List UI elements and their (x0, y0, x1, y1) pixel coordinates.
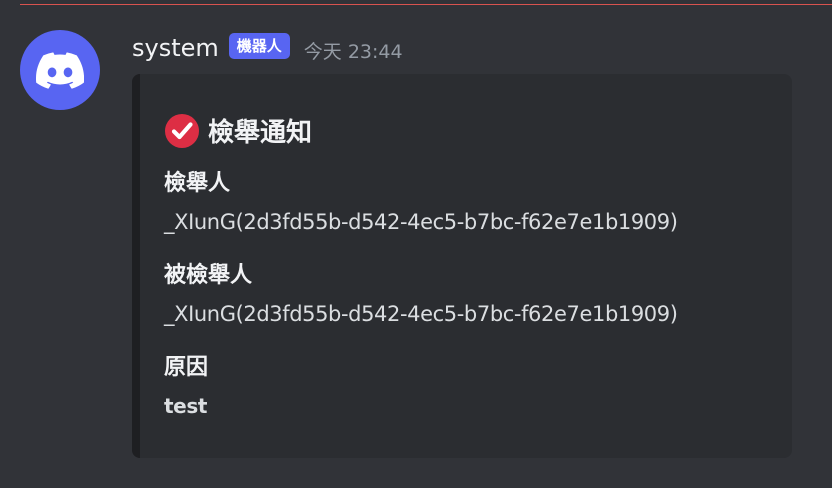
bot-tag: 機器人 (228, 33, 290, 59)
author-name[interactable]: system (132, 34, 219, 62)
embed-field-reported: 被檢舉人 _XIunG(2d3fd55b-d542-4ec5-b7bc-f62e… (164, 260, 678, 330)
embed-title: 檢舉通知 (164, 112, 312, 149)
field-name: 原因 (164, 355, 209, 380)
embed-color-bar (132, 74, 140, 458)
field-value: _XIunG(2d3fd55b-d542-4ec5-b7bc-f62e7e1b1… (164, 302, 678, 326)
message-timestamp[interactable]: 今天 23:44 (304, 37, 403, 64)
check-mark-icon (164, 113, 200, 149)
field-value: test (164, 394, 207, 418)
message-header: system 機器人 今天 23:44 (132, 30, 403, 66)
field-name: 被檢舉人 (164, 263, 253, 288)
field-value: _XIunG(2d3fd55b-d542-4ec5-b7bc-f62e7e1b1… (164, 210, 678, 234)
report-embed: 檢舉通知 檢舉人 _XIunG(2d3fd55b-d542-4ec5-b7bc-… (132, 74, 792, 458)
avatar[interactable] (20, 30, 100, 110)
chat-message: system 機器人 今天 23:44 檢舉通知 檢舉人 _XIunG(2d3f… (0, 0, 832, 488)
field-name: 檢舉人 (164, 171, 231, 196)
embed-field-reporter: 檢舉人 _XIunG(2d3fd55b-d542-4ec5-b7bc-f62e7… (164, 168, 678, 238)
embed-field-reason: 原因 test (164, 352, 208, 422)
discord-logo-icon (36, 51, 84, 89)
embed-title-text: 檢舉通知 (208, 118, 313, 148)
